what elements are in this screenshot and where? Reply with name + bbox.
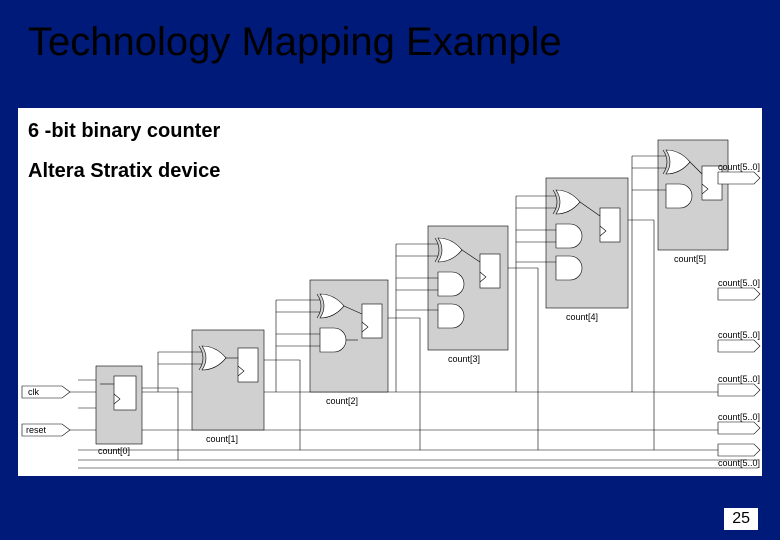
cell-count3: count[3] [428, 226, 508, 364]
svg-text:count[1]: count[1] [206, 434, 238, 444]
cell-count5: count[5] [658, 140, 728, 264]
slide-title: Technology Mapping Example [28, 20, 562, 65]
schematic-svg: clk reset count[0] [18, 108, 762, 476]
input-pin-reset: reset [22, 424, 70, 436]
svg-text:count[5]: count[5] [674, 254, 706, 264]
svg-text:count[5..0]: count[5..0] [718, 162, 760, 172]
output-pin-0: count[5..0] [718, 444, 760, 468]
svg-text:count[0]: count[0] [98, 446, 130, 456]
output-pin-3: count[5..0] [718, 330, 760, 352]
cell-count2: count[2] [310, 280, 388, 406]
svg-text:reset: reset [26, 425, 47, 435]
cell-count0: count[0] [96, 366, 142, 456]
input-pin-clk: clk [22, 386, 70, 398]
svg-text:count[5..0]: count[5..0] [718, 412, 760, 422]
cell-count4: count[4] [546, 178, 628, 322]
svg-text:clk: clk [28, 387, 39, 397]
page-number: 25 [724, 508, 758, 530]
svg-text:count[3]: count[3] [448, 354, 480, 364]
svg-text:count[2]: count[2] [326, 396, 358, 406]
output-pin-2: count[5..0] [718, 374, 760, 396]
svg-text:count[4]: count[4] [566, 312, 598, 322]
diagram-panel: 6 -bit binary counter Altera Stratix dev… [18, 108, 762, 476]
output-pin-1: count[5..0] [718, 412, 760, 434]
svg-text:count[5..0]: count[5..0] [718, 374, 760, 384]
output-pin-4: count[5..0] [718, 278, 760, 300]
output-pin-5: count[5..0] [718, 162, 760, 184]
svg-text:count[5..0]: count[5..0] [718, 330, 760, 340]
svg-text:count[5..0]: count[5..0] [718, 278, 760, 288]
svg-text:count[5..0]: count[5..0] [718, 458, 760, 468]
cell-count1: count[1] [192, 330, 264, 444]
